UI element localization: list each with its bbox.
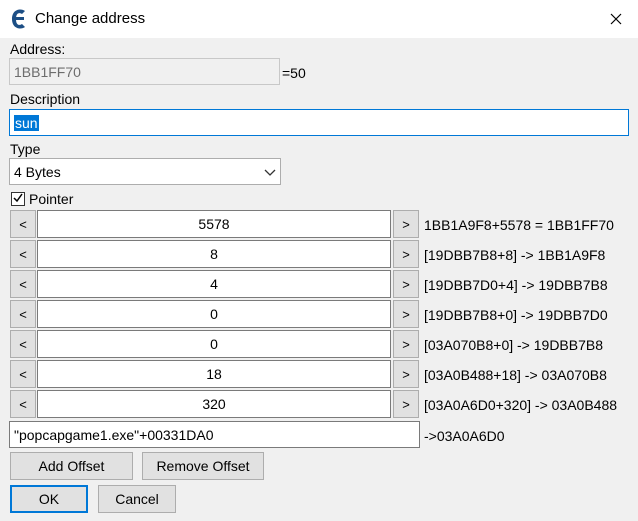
address-label: Address: [10,41,66,57]
offset-input[interactable]: 320 [37,390,391,418]
type-select[interactable]: 4 Bytes [9,158,281,185]
offset-decrement-button[interactable]: < [10,330,36,358]
offset-input[interactable]: 8 [37,240,391,268]
offset-input[interactable]: 18 [37,360,391,388]
address-value-result: =50 [282,65,306,81]
offset-result: [19DBB7B8+0] -> 19DBB7D0 [424,307,608,323]
offset-value: 4 [210,276,218,292]
offset-input[interactable]: 0 [37,300,391,328]
offset-decrement-button[interactable]: < [10,270,36,298]
add-offset-button[interactable]: Add Offset [10,452,133,480]
pointer-checkbox[interactable] [11,192,25,206]
window-title: Change address [35,10,146,27]
description-label: Description [10,91,81,107]
base-address-result: ->03A0A6D0 [424,428,505,444]
offset-increment-button[interactable]: > [393,240,419,268]
address-field: 1BB1FF70 [9,58,280,85]
chevron-down-icon [264,164,276,180]
offset-decrement-button[interactable]: < [10,390,36,418]
cancel-button[interactable]: Cancel [98,485,176,513]
offset-result: [19DBB7B8+8] -> 1BB1A9F8 [424,247,606,263]
offset-decrement-button[interactable]: < [10,300,36,328]
offset-increment-button[interactable]: > [393,330,419,358]
offset-result: [19DBB7D0+4] -> 19DBB7B8 [424,277,608,293]
offset-increment-button[interactable]: > [393,210,419,238]
description-input[interactable]: sun [9,109,629,136]
pointer-label: Pointer [29,191,74,207]
checkmark-icon [12,191,24,207]
offset-decrement-button[interactable]: < [10,360,36,388]
type-selected: 4 Bytes [14,163,61,180]
address-value: 1BB1FF70 [14,63,81,80]
offset-value: 18 [206,366,222,382]
ok-button[interactable]: OK [10,485,88,513]
offset-increment-button[interactable]: > [393,360,419,388]
offset-value: 0 [210,336,218,352]
offset-input[interactable]: 0 [37,330,391,358]
close-icon[interactable] [604,7,628,31]
offset-value: 320 [202,396,226,412]
offset-increment-button[interactable]: > [393,390,419,418]
offset-decrement-button[interactable]: < [10,240,36,268]
description-value: sun [14,114,39,131]
base-address-value: "popcapgame1.exe"+00331DA0 [14,426,214,443]
base-address-input[interactable]: "popcapgame1.exe"+00331DA0 [9,421,420,448]
offset-increment-button[interactable]: > [393,270,419,298]
offset-input[interactable]: 5578 [37,210,391,238]
offset-input[interactable]: 4 [37,270,391,298]
offset-decrement-button[interactable]: < [10,210,36,238]
remove-offset-button[interactable]: Remove Offset [142,452,264,480]
offset-result: 1BB1A9F8+5578 = 1BB1FF70 [424,217,614,233]
offset-increment-button[interactable]: > [393,300,419,328]
type-label: Type [10,141,41,157]
offset-value: 5578 [198,216,230,232]
offset-result: [03A070B8+0] -> 19DBB7B8 [424,337,604,353]
offset-value: 8 [210,246,218,262]
cheat-engine-icon [9,8,29,30]
offset-result: [03A0A6D0+320] -> 03A0B488 [424,397,618,413]
offset-value: 0 [210,306,218,322]
offset-result: [03A0B488+18] -> 03A070B8 [424,367,607,383]
